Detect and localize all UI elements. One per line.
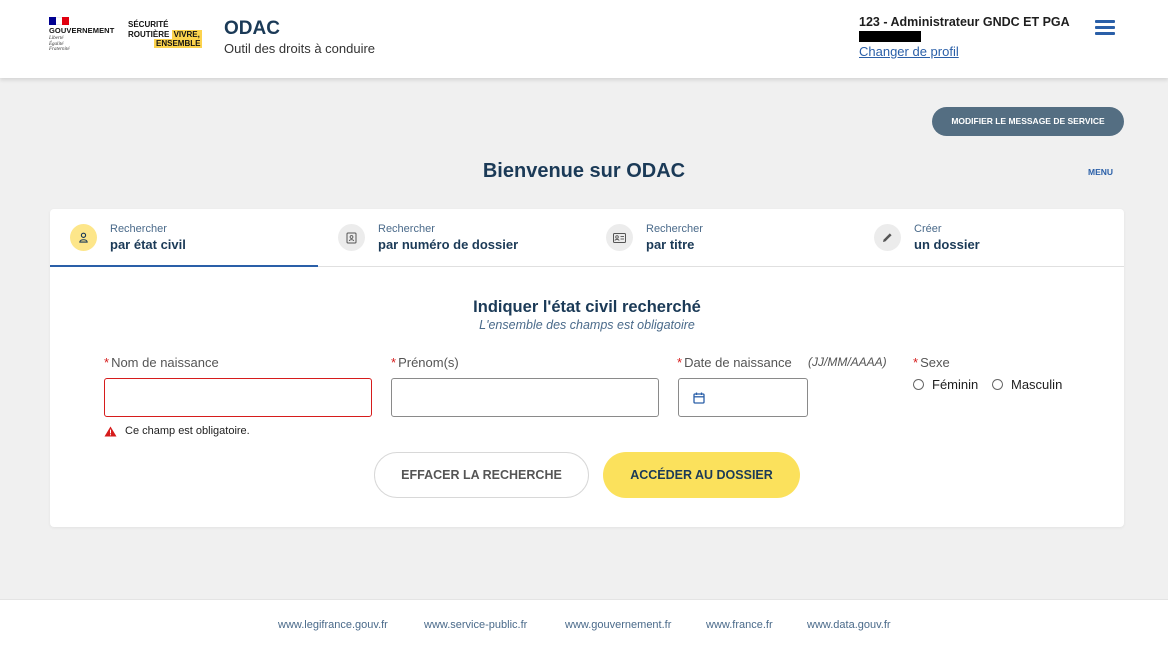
menu-button[interactable]: MENU <box>1088 20 1122 177</box>
footer-link-data-gouv[interactable]: www.data.gouv.fr <box>807 619 891 631</box>
last-name-input[interactable] <box>105 379 371 416</box>
radio-circle-icon[interactable] <box>992 379 1003 390</box>
last-name-field[interactable] <box>104 378 372 417</box>
warning-icon <box>104 426 117 436</box>
gouvernement-motto: Liberté Égalité Fraternité <box>49 36 70 52</box>
footer-link-gouvernement[interactable]: www.gouvernement.fr <box>565 619 671 631</box>
sex-radio-male[interactable]: Masculin <box>992 377 1062 392</box>
tab-search-civil-status[interactable]: Rechercher par état civil <box>50 209 318 267</box>
sex-radio-female[interactable]: Féminin <box>913 377 978 392</box>
header: GOUVERNEMENT Liberté Égalité Fraternité … <box>0 0 1168 177</box>
clear-search-button[interactable]: EFFACER LA RECHERCHE <box>374 452 589 498</box>
form-title: Indiquer l'état civil recherché <box>473 298 701 316</box>
search-card: Rechercher par état civil Rechercher par… <box>50 209 1124 527</box>
tab-search-title[interactable]: Rechercher par titre <box>586 209 854 267</box>
first-name-label: * Prénom(s) <box>391 355 459 370</box>
app-title[interactable]: ODAC <box>224 18 280 40</box>
first-name-input[interactable] <box>392 379 658 416</box>
birth-date-field[interactable] <box>678 378 808 417</box>
last-name-error: Ce champ est obligatoire. <box>104 425 250 437</box>
id-card-icon <box>606 224 633 251</box>
tab-search-file-number[interactable]: Rechercher par numéro de dossier <box>318 209 586 267</box>
birth-date-label: * Date de naissance <box>677 355 792 370</box>
change-profile-link[interactable]: Changer de profil <box>859 44 959 59</box>
footer: www.legifrance.gouv.fr www.service-publi… <box>0 599 1168 648</box>
tab-bar: Rechercher par état civil Rechercher par… <box>50 209 1124 267</box>
page-title: Bienvenue sur ODAC <box>482 160 686 182</box>
modify-service-message-button[interactable]: MODIFIER LE MESSAGE DE SERVICE <box>932 107 1124 136</box>
calendar-icon[interactable] <box>693 392 705 404</box>
footer-link-service-public[interactable]: www.service-public.fr <box>424 619 527 631</box>
securite-routiere-logo[interactable]: SÉCURITÉ ROUTIÈRE VIVRE, ENSEMBLE <box>128 20 203 49</box>
gouvernement-logo[interactable]: GOUVERNEMENT Liberté Égalité Fraternité <box>49 17 119 57</box>
access-file-button[interactable]: ACCÉDER AU DOSSIER <box>603 452 800 498</box>
birth-date-format-hint: (JJ/MM/AAAA) <box>808 355 887 369</box>
folder-icon <box>338 224 365 251</box>
sex-label: * Sexe <box>913 355 950 370</box>
gouvernement-label: GOUVERNEMENT <box>49 26 115 35</box>
footer-link-legifrance[interactable]: www.legifrance.gouv.fr <box>278 619 388 631</box>
user-name: 123 - Administrateur GNDC ET PGA <box>859 15 1070 29</box>
footer-link-france[interactable]: www.france.fr <box>706 619 773 631</box>
french-flag-icon <box>49 17 70 25</box>
first-name-field[interactable] <box>391 378 659 417</box>
pencil-icon <box>874 224 901 251</box>
last-name-label: * Nom de naissance <box>104 355 219 370</box>
app-subtitle: Outil des droits à conduire <box>224 41 376 56</box>
redacted-block <box>859 31 921 42</box>
radio-circle-icon[interactable] <box>913 379 924 390</box>
hamburger-icon <box>1095 20 1115 35</box>
tab-create-file[interactable]: Créer un dossier <box>854 209 1122 267</box>
person-icon <box>70 224 97 251</box>
form-subtitle: L'ensemble des champs est obligatoire <box>479 318 695 332</box>
